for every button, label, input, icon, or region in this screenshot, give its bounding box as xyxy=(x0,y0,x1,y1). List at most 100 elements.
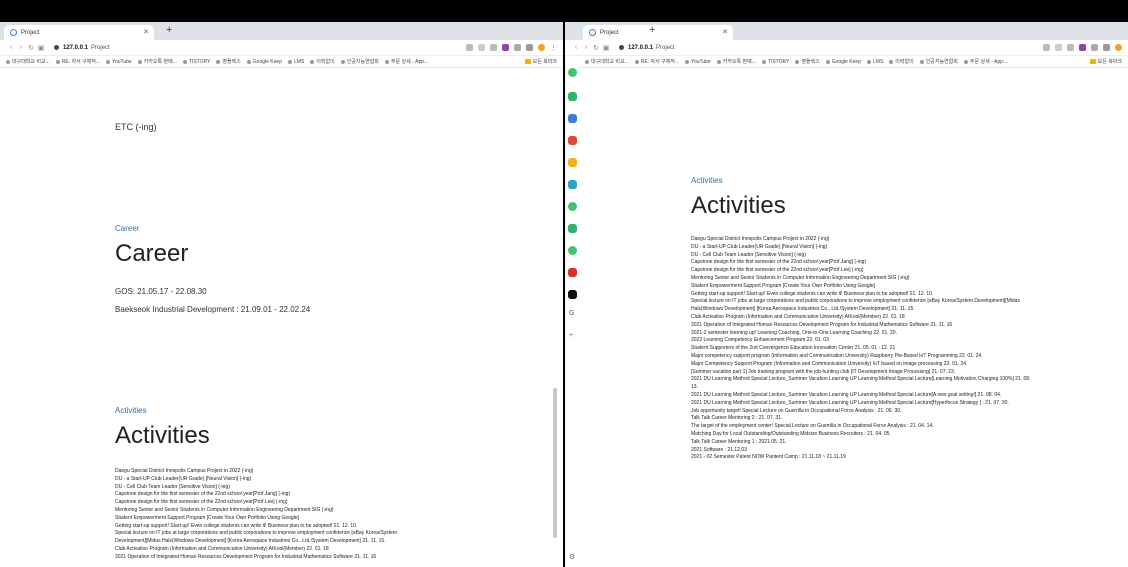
url-field[interactable]: 127.0.0.1 Project xyxy=(54,45,110,51)
bookmark-favicon-icon xyxy=(182,59,187,64)
sidepanel-app-icon-2[interactable] xyxy=(568,92,577,101)
activity-item: Capstone design for the first semester o… xyxy=(691,267,864,274)
sidepanel-app-icon-7[interactable] xyxy=(568,202,577,211)
activities-label: Activities xyxy=(115,406,147,415)
site-info-icon[interactable] xyxy=(54,45,59,50)
activity-item: Job opportunity target! Special Lecture … xyxy=(691,407,902,414)
etc-heading: ETC (-ing) xyxy=(115,122,157,132)
close-tab-icon[interactable]: ✕ xyxy=(722,28,728,36)
bookmark-label: RE: 자서 구체적... xyxy=(640,59,680,65)
reload-icon[interactable]: ↻ xyxy=(591,44,601,52)
sidepanel-app-icon-5[interactable] xyxy=(568,158,577,167)
bookmark-label: Google Keep xyxy=(831,58,861,65)
site-info-icon[interactable] xyxy=(619,45,624,50)
sidepanel-app-icon-6[interactable] xyxy=(568,180,577,189)
bookmark-label: TISTORY xyxy=(188,58,211,65)
url-field[interactable]: 127.0.0.1 Project xyxy=(619,45,675,51)
back-icon[interactable]: ‹ xyxy=(571,44,581,51)
bookmark-label: YouTube xyxy=(691,58,711,65)
close-tab-icon[interactable]: ✕ xyxy=(143,28,149,36)
activity-item: 2021 Operation of Integrated Human Resou… xyxy=(691,321,953,328)
browser-window-right: Project ✕ + ⌄ ‹ › ↻ ▣ 127.0.0.1 Project … xyxy=(565,22,1128,567)
new-tab-button[interactable]: + xyxy=(166,24,172,36)
browser-window-left: Project ✕ + ‹ › ↻ ▣ 127.0.0.1 Project ⋮ … xyxy=(0,22,563,567)
bookmark-item[interactable]: LMS xyxy=(867,59,883,65)
tab-search-icon[interactable]: ▣ xyxy=(601,44,611,52)
bookmark-item[interactable]: RE: 자서 구체적... xyxy=(55,58,100,65)
bookmark-item[interactable]: 주문 상세 - App... xyxy=(384,58,428,65)
bookmark-item[interactable]: 대구대학교 비교... xyxy=(585,58,629,65)
bookmark-item[interactable]: RE: 자서 구체적... xyxy=(634,58,680,65)
bookmark-item[interactable]: Google Keep xyxy=(825,58,861,65)
bookmark-label: 카카오톡 판매... xyxy=(143,59,177,65)
google-icon[interactable]: G xyxy=(569,310,574,317)
sidepanel-icon[interactable] xyxy=(1103,44,1110,51)
sidepanel-app-icon-4[interactable] xyxy=(568,136,577,145)
bookmark-item[interactable]: LMS xyxy=(288,59,304,65)
bookmark-item[interactable]: 이력없이 xyxy=(889,58,914,65)
translate-icon[interactable] xyxy=(1055,44,1062,51)
back-icon[interactable]: ‹ xyxy=(6,44,16,51)
sidepanel-app-icon-3[interactable] xyxy=(568,114,577,123)
bookmark-label: LMS xyxy=(294,58,305,65)
side-panel-strip: G + ⚙ xyxy=(565,62,579,567)
profile-avatar-icon[interactable] xyxy=(1115,44,1122,51)
bookmark-favicon-icon xyxy=(340,59,345,64)
bookmark-label: TISTORY xyxy=(767,58,790,65)
activities-title: Activities xyxy=(115,422,210,449)
folder-label: 모든 북마크 xyxy=(532,59,557,65)
activity-item: 2021 - 02 Semester Patent NOW Pantent Ca… xyxy=(691,454,846,461)
sidepanel-app-icon-10[interactable] xyxy=(568,268,577,277)
bookmark-item[interactable]: Google Keep xyxy=(246,59,282,65)
sidepanel-settings-icon[interactable]: ⚙ xyxy=(569,553,575,561)
download-icon[interactable] xyxy=(514,44,521,51)
sidepanel-app-icon-1[interactable] xyxy=(568,68,577,77)
new-tab-button[interactable]: + xyxy=(649,24,655,36)
bookmark-favicon-icon xyxy=(685,59,690,64)
bookmark-favicon-icon xyxy=(137,59,142,64)
all-bookmarks-folder[interactable]: 모든 북마크 xyxy=(524,58,557,65)
tab-strip: Project ✕ + xyxy=(0,22,563,40)
menu-kebab-icon[interactable]: ⋮ xyxy=(550,44,557,52)
sidepanel-app-icon-9[interactable] xyxy=(568,246,577,255)
extension-icon[interactable] xyxy=(1079,44,1086,51)
browser-tab[interactable]: Project ✕ xyxy=(4,25,154,40)
activity-item: Talk Talk Career Mentoring 1 : 2021 05. … xyxy=(691,438,787,445)
bookmark-item[interactable]: 영플렉스 xyxy=(216,58,241,65)
bookmark-label: 대구대학교 비교... xyxy=(591,59,629,65)
add-sidepanel-icon[interactable]: + xyxy=(569,332,573,339)
translate-icon[interactable] xyxy=(478,44,485,51)
sidepanel-icon[interactable] xyxy=(526,44,533,51)
page-scrollbar[interactable] xyxy=(553,388,557,538)
install-icon[interactable] xyxy=(1043,44,1050,51)
all-bookmarks-folder[interactable]: 모든 북마크 xyxy=(1089,58,1122,65)
bookmark-item[interactable]: 카카오톡 판매... xyxy=(137,58,177,65)
bookmark-item[interactable]: TISTORY xyxy=(182,58,211,65)
url-host: 127.0.0.1 xyxy=(628,44,654,51)
tab-search-icon[interactable]: ▣ xyxy=(36,44,46,52)
install-icon[interactable] xyxy=(466,44,473,51)
forward-icon[interactable]: › xyxy=(16,44,26,51)
bookmark-star-icon[interactable] xyxy=(490,44,497,51)
browser-tab[interactable]: Project ✕ xyxy=(583,25,733,40)
bookmark-item[interactable]: 대구대학교 비교... xyxy=(6,58,50,65)
bookmark-item[interactable]: 카카오톡 판매... xyxy=(716,58,756,65)
forward-icon[interactable]: › xyxy=(581,44,591,51)
profile-avatar-icon[interactable] xyxy=(538,44,545,51)
reload-icon[interactable]: ↻ xyxy=(26,44,36,52)
bookmark-item[interactable]: 이력없이 xyxy=(310,58,335,65)
sidepanel-app-icon-8[interactable] xyxy=(568,224,577,233)
bookmark-item[interactable]: 영플렉스 xyxy=(795,58,820,65)
bookmark-item[interactable]: YouTube xyxy=(685,59,711,65)
bookmark-star-icon[interactable] xyxy=(1067,44,1074,51)
download-icon[interactable] xyxy=(1091,44,1098,51)
bookmark-item[interactable]: 주문 상세 - App... xyxy=(963,58,1007,65)
sidepanel-app-icon-11[interactable] xyxy=(568,290,577,299)
activity-item: Mentoring Senior and Senior Students in … xyxy=(691,274,910,281)
bookmark-item[interactable]: 인공지능연합회 xyxy=(919,58,958,65)
extension-icon[interactable] xyxy=(502,44,509,51)
url-host: 127.0.0.1 xyxy=(63,44,89,51)
bookmark-item[interactable]: YouTube xyxy=(106,59,132,65)
bookmark-item[interactable]: 인공지능연합회 xyxy=(340,58,379,65)
bookmark-item[interactable]: TISTORY xyxy=(761,58,790,65)
